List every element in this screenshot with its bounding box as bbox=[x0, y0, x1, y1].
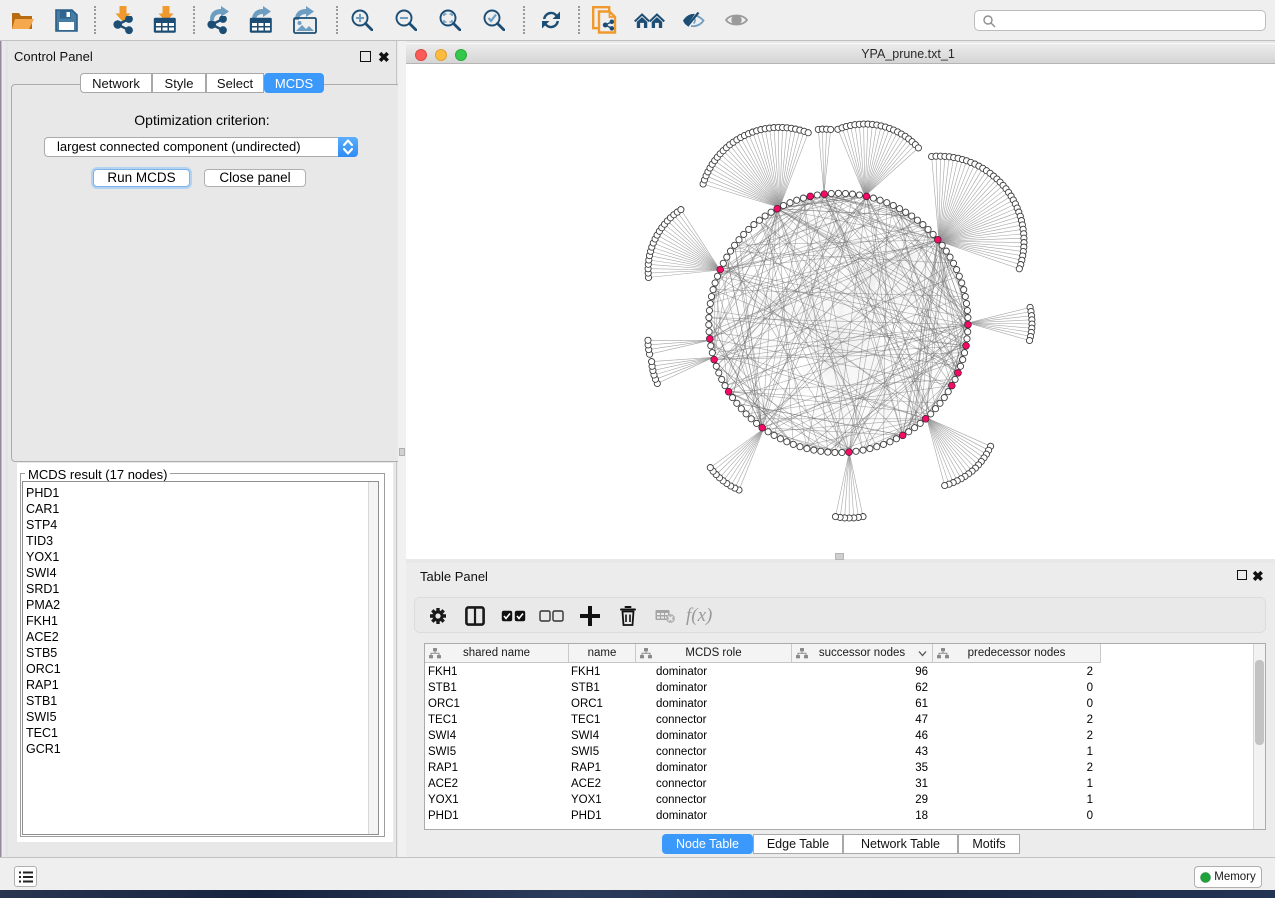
svg-text:f(x): f(x) bbox=[686, 606, 712, 626]
